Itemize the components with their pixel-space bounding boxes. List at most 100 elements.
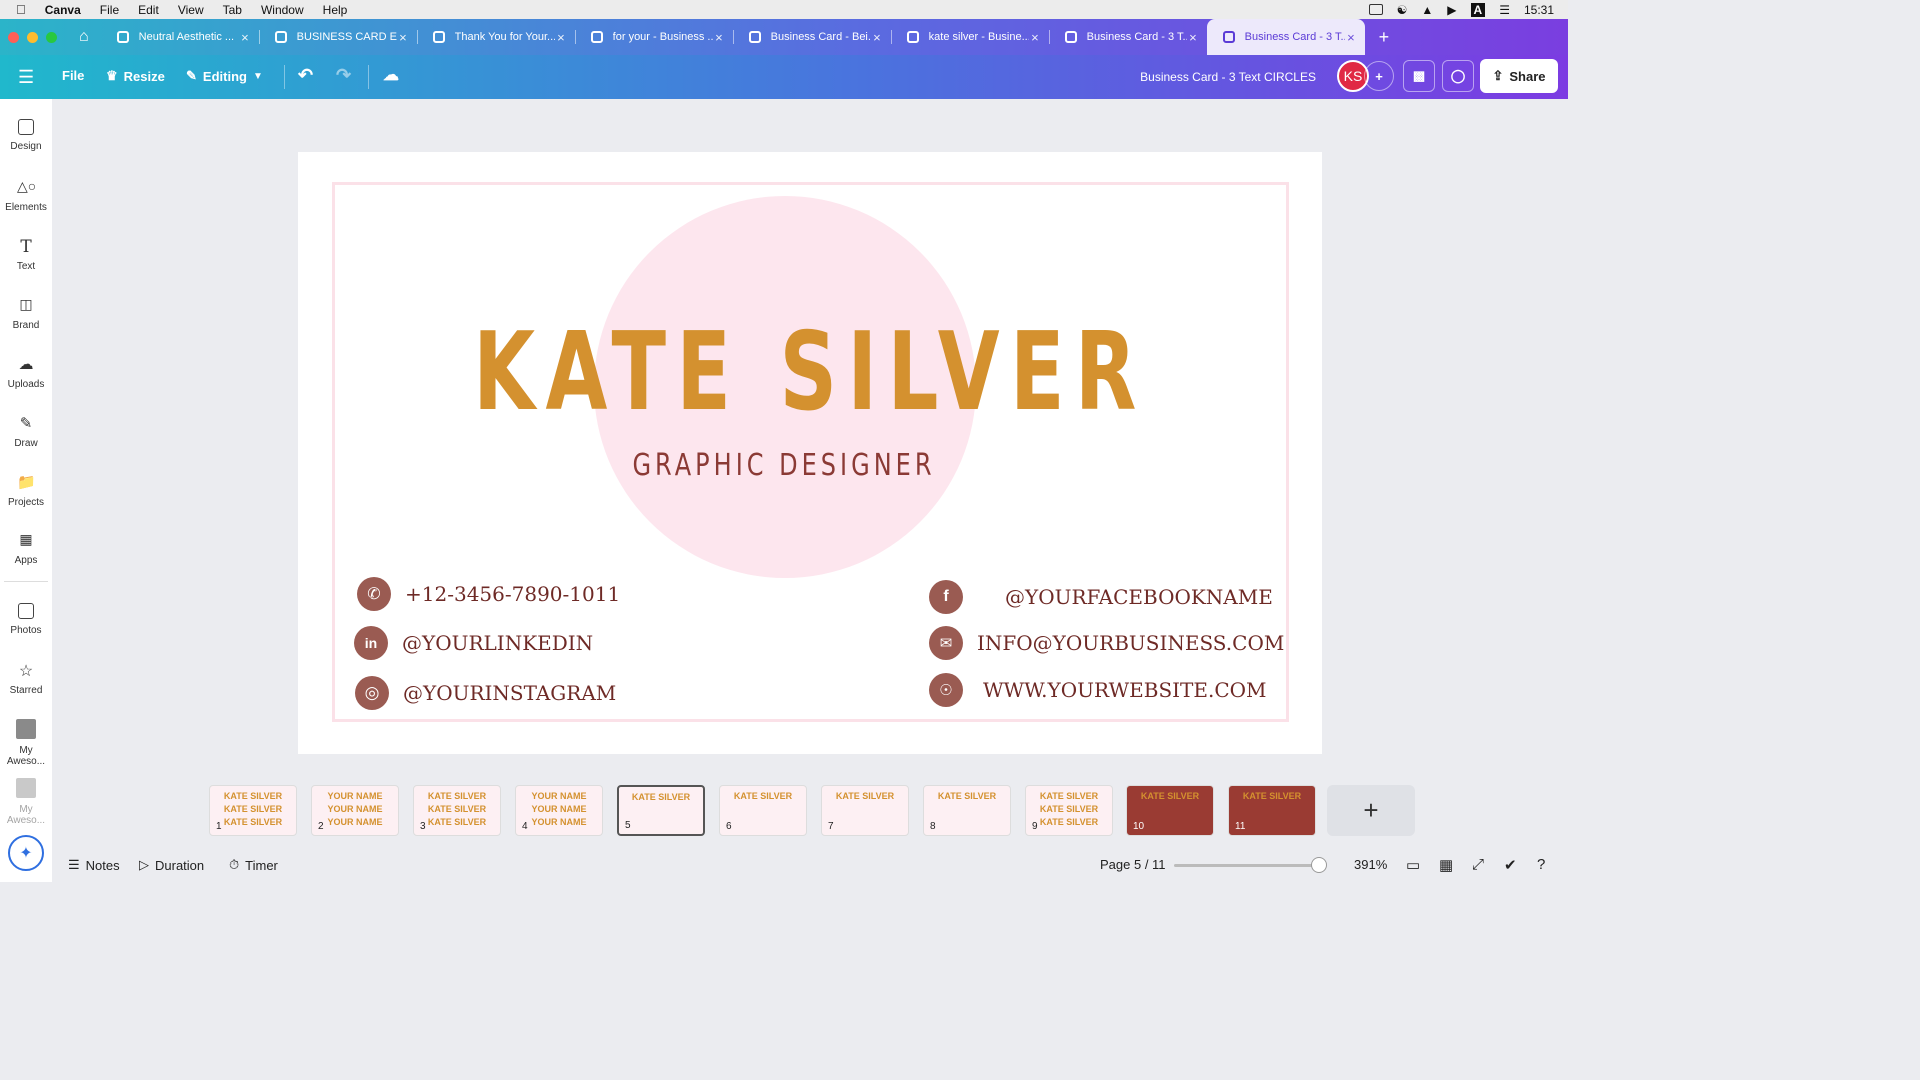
invite-button[interactable]: + — [1364, 61, 1394, 91]
browser-tab[interactable]: Business Card - Bei... × — [732, 19, 891, 55]
timer-button[interactable]: ⏱ Timer — [229, 857, 278, 873]
share-button[interactable]: ⇪ Share — [1480, 59, 1558, 93]
redo-button[interactable]: ↷ — [336, 65, 351, 86]
sidebar-item-brand[interactable]: ◫ Brand — [0, 296, 52, 331]
menu-view[interactable]: View — [178, 3, 204, 17]
browser-tab[interactable]: kate silver - Busine... × — [890, 19, 1049, 55]
sidebar-item-elements[interactable]: △○ Elements — [0, 178, 52, 213]
file-button[interactable]: File — [62, 68, 84, 83]
contact-website[interactable]: ☉ WWW.YOURWEBSITE.COM — [929, 673, 1267, 707]
sidebar-item-apps[interactable]: ▦ Apps — [0, 531, 52, 566]
sidebar-item-folder-1[interactable]: My Aweso... — [0, 719, 52, 767]
contact-linkedin[interactable]: in @YOURLINKEDIN — [354, 626, 593, 660]
menu-tab[interactable]: Tab — [223, 3, 242, 17]
sidebar-item-folder-2[interactable]: My Aweso... — [0, 778, 52, 826]
document-title[interactable]: Business Card - 3 Text CIRCLES — [1140, 70, 1316, 84]
grid-view-button[interactable]: ▦ — [1439, 856, 1453, 874]
menu-window[interactable]: Window — [261, 3, 304, 17]
page-thumbnail[interactable]: KATE SILVER 11 — [1228, 785, 1316, 836]
home-icon[interactable]: ⌂ — [79, 28, 89, 46]
page-thumbnail[interactable]: KATE SILVER 7 — [821, 785, 909, 836]
page-thumbnail[interactable]: KATE SILVER KATE SILVER KATE SILVER 3 — [413, 785, 501, 836]
contact-email[interactable]: ✉ INFO@YOURBUSINESS.COM — [929, 626, 1284, 660]
menu-edit[interactable]: Edit — [138, 3, 159, 17]
browser-tab[interactable]: Neutral Aesthetic ... × — [101, 19, 259, 55]
new-tab-button[interactable]: + — [1379, 27, 1390, 48]
pages-view-button[interactable]: ▭ — [1406, 856, 1420, 874]
close-tab-icon[interactable]: × — [1031, 30, 1039, 45]
close-tab-icon[interactable]: × — [1347, 30, 1355, 45]
clock[interactable]: 15:31 — [1524, 3, 1554, 17]
undo-button[interactable]: ↶ — [298, 65, 313, 86]
page-thumbnail[interactable]: YOUR NAME YOUR NAME YOUR NAME 4 — [515, 785, 603, 836]
zoom-slider-track[interactable] — [1174, 864, 1324, 867]
cloud-save-button[interactable]: ☁ — [383, 65, 399, 85]
menu-help[interactable]: Help — [323, 3, 348, 17]
photo-icon — [18, 603, 34, 619]
browser-tab[interactable]: Business Card - 3 T... × — [1048, 19, 1207, 55]
sidebar-item-design[interactable]: Design — [0, 119, 52, 152]
browser-tab[interactable]: Business Card - 3 T... × — [1206, 19, 1365, 55]
browser-tab[interactable]: Thank You for Your... × — [416, 19, 575, 55]
play-icon[interactable]: ▶ — [1447, 3, 1456, 17]
keyboard-input-icon[interactable]: A — [1470, 2, 1486, 17]
sidebar-item-draw[interactable]: ✎ Draw — [0, 414, 52, 449]
close-tab-icon[interactable]: × — [557, 30, 565, 45]
browser-tab[interactable]: BUSINESS CARD E... × — [258, 19, 417, 55]
add-page-button[interactable]: + — [1327, 785, 1415, 836]
page-indicator[interactable]: Page 5 / 11 — [1100, 857, 1166, 872]
design-page[interactable]: KATE SILVER GRAPHIC DESIGNER ✆ +12-3456-… — [298, 152, 1322, 754]
notes-button[interactable]: ☰ Notes — [68, 857, 120, 873]
page-thumbnail[interactable]: YOUR NAME YOUR NAME YOUR NAME 2 — [311, 785, 399, 836]
help-button[interactable]: ? — [1537, 856, 1545, 873]
page-thumbnail[interactable]: KATE SILVER 8 — [923, 785, 1011, 836]
contact-instagram[interactable]: ◎ @YOURINSTAGRAM — [355, 676, 616, 710]
zoom-slider-handle[interactable] — [1311, 857, 1327, 873]
sidebar-item-starred[interactable]: ☆ Starred — [0, 661, 52, 696]
card-name[interactable]: KATE SILVER — [431, 310, 1189, 435]
page-thumbnail[interactable]: KATE SILVER 6 — [719, 785, 807, 836]
wd-icon[interactable] — [1368, 4, 1383, 15]
fullscreen-button[interactable]: ⤢ — [1472, 856, 1484, 873]
menu-file[interactable]: File — [100, 3, 119, 17]
sidebar-item-projects[interactable]: 📁 Projects — [0, 473, 52, 508]
sidebar-label: Photos — [10, 625, 42, 636]
thumbnail-text: YOUR NAME — [327, 791, 383, 801]
mail-icon: ✉ — [929, 626, 963, 660]
close-window-button[interactable] — [8, 31, 19, 43]
close-tab-icon[interactable]: × — [1189, 30, 1197, 45]
creative-cloud-icon[interactable]: ☯ — [1397, 3, 1408, 17]
contact-phone[interactable]: ✆ +12-3456-7890-1011 — [357, 577, 620, 611]
close-tab-icon[interactable]: × — [715, 30, 723, 45]
page-thumbnail[interactable]: KATE SILVER 10 — [1126, 785, 1214, 836]
sidebar-item-photos[interactable]: Photos — [0, 603, 52, 636]
sidebar-item-text[interactable]: T Text — [0, 237, 52, 272]
resize-button[interactable]: ♛ Resize — [106, 68, 165, 84]
control-center-icon[interactable]: ☰ — [1499, 3, 1510, 17]
close-tab-icon[interactable]: × — [399, 30, 407, 45]
page-thumbnail[interactable]: KATE SILVER KATE SILVER KATE SILVER 9 — [1025, 785, 1113, 836]
close-tab-icon[interactable]: × — [873, 30, 881, 45]
editing-mode-button[interactable]: ✎ Editing ▼ — [186, 68, 263, 84]
main-menu-button[interactable]: ☰ — [18, 67, 34, 88]
menu-canva[interactable]: Canva — [45, 3, 81, 17]
card-job-title[interactable]: GRAPHIC DESIGNER — [395, 448, 1173, 483]
page-thumbnail[interactable]: KATE SILVER 5 — [617, 785, 705, 836]
thumbnail-text: YOUR NAME — [531, 817, 587, 827]
maximize-window-button[interactable] — [46, 31, 57, 43]
zoom-level[interactable]: 391% — [1354, 857, 1387, 872]
comments-button[interactable]: ◯ — [1442, 60, 1474, 92]
page-thumbnail[interactable]: KATE SILVER KATE SILVER KATE SILVER 1 — [209, 785, 297, 836]
check-button[interactable]: ✔ — [1504, 856, 1517, 874]
sidebar-item-uploads[interactable]: ☁ Uploads — [0, 355, 52, 390]
minimize-window-button[interactable] — [27, 31, 38, 43]
flame-icon[interactable]: ▲ — [1421, 3, 1433, 17]
duration-button[interactable]: ▷ Duration — [139, 857, 204, 873]
apple-menu-icon[interactable]:  — [16, 2, 26, 17]
tab-label: Business Card - 3 T... — [1086, 31, 1187, 43]
close-tab-icon[interactable]: × — [241, 30, 249, 45]
insights-button[interactable]: ▩ — [1403, 60, 1435, 92]
contact-facebook[interactable]: f @YOURFACEBOOKNAME — [929, 580, 1273, 614]
browser-tab[interactable]: for your - Business ... × — [574, 19, 733, 55]
undo-icon: ↶ — [298, 65, 314, 85]
